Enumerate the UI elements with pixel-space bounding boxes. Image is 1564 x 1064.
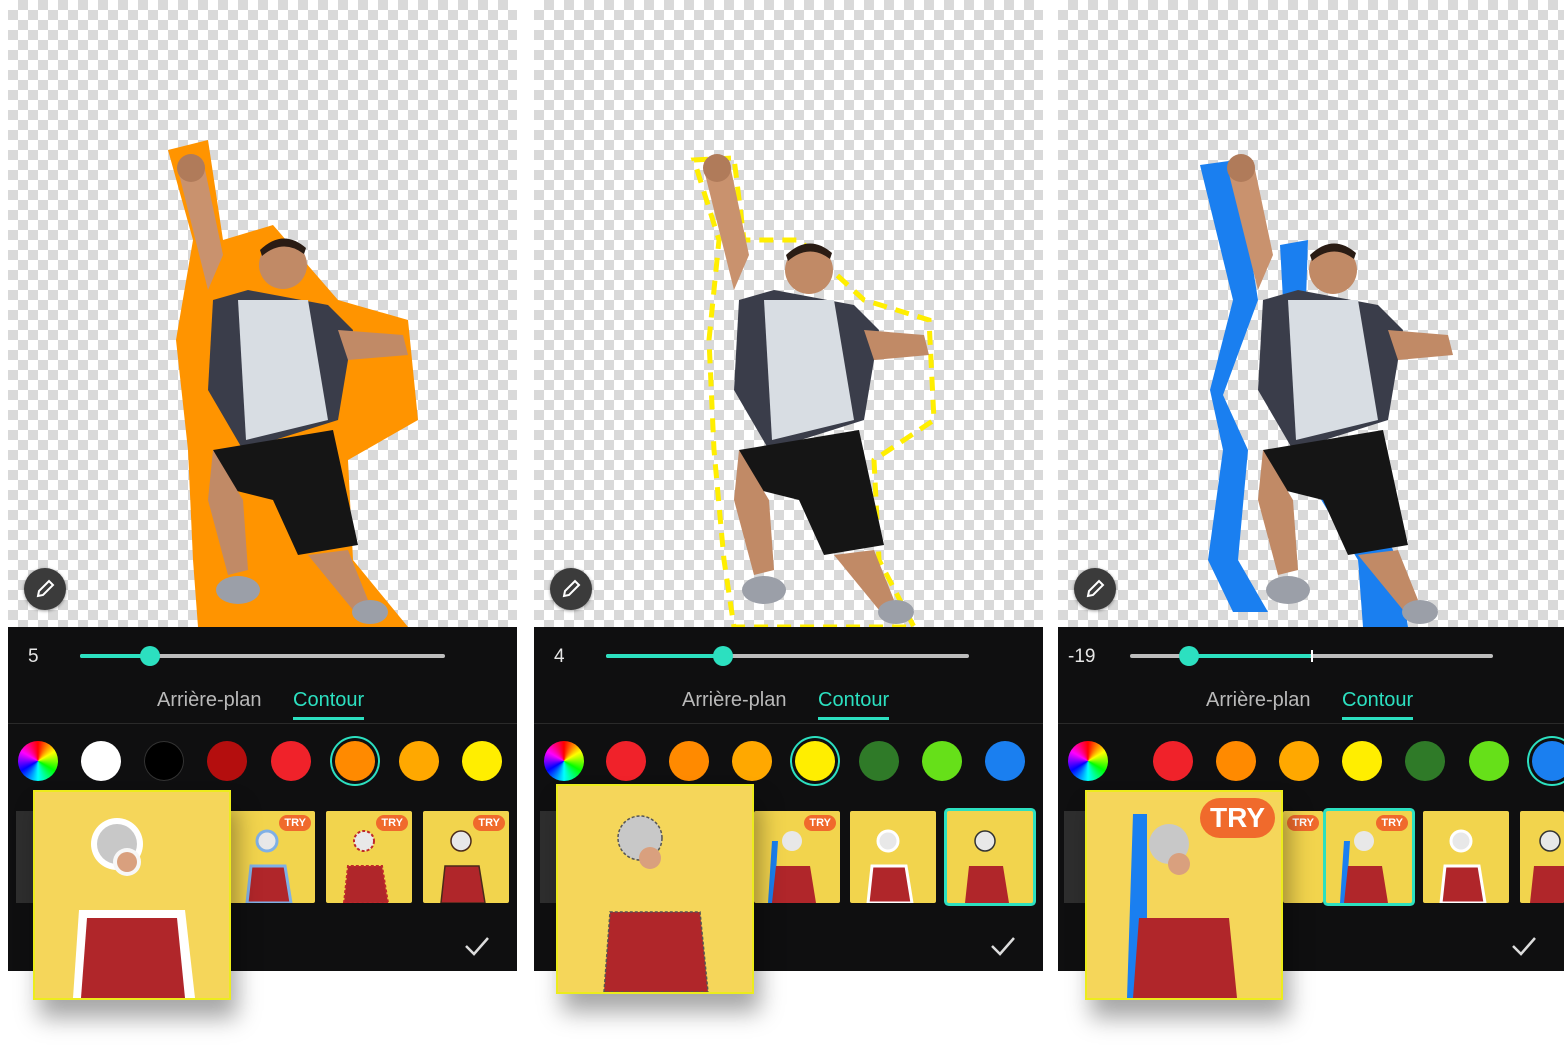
divider xyxy=(1058,723,1564,724)
mode-tabs: Arrière-plan Contour xyxy=(1058,689,1564,725)
swatch-orange[interactable] xyxy=(1216,741,1256,781)
tab-background[interactable]: Arrière-plan xyxy=(682,689,786,712)
tab-outline[interactable]: Contour xyxy=(818,689,890,720)
color-wheel-icon[interactable] xyxy=(544,741,584,781)
color-swatches xyxy=(534,741,1043,785)
color-wheel-icon[interactable] xyxy=(18,741,58,781)
slider-value: 5 xyxy=(28,646,39,667)
tab-background[interactable]: Arrière-plan xyxy=(1206,689,1310,712)
slider-thumb[interactable] xyxy=(713,646,733,666)
thumb-outline-offset[interactable]: TRY xyxy=(1326,811,1412,903)
canvas-transparent xyxy=(8,0,517,627)
tab-outline[interactable]: Contour xyxy=(1342,689,1414,720)
check-icon[interactable] xyxy=(463,932,491,960)
outline-width-slider[interactable] xyxy=(1130,646,1493,666)
tab-background[interactable]: Arrière-plan xyxy=(157,689,261,712)
edit-pencil-button[interactable] xyxy=(1074,568,1116,610)
thumb-outline-dark[interactable] xyxy=(1520,811,1564,903)
try-badge: TRY xyxy=(1376,815,1408,831)
try-badge: TRY xyxy=(804,815,836,831)
try-badge: TRY xyxy=(376,815,408,831)
divider xyxy=(534,723,1043,724)
pencil-icon xyxy=(36,579,55,598)
swatch-dark-green[interactable] xyxy=(1405,741,1445,781)
swatch-orange[interactable] xyxy=(669,741,709,781)
canvas-transparent xyxy=(1058,0,1564,627)
slider-value: -19 xyxy=(1068,646,1096,667)
cutout-subject xyxy=(1200,154,1453,627)
edit-pencil-button[interactable] xyxy=(550,568,592,610)
swatch-red[interactable] xyxy=(271,741,311,781)
style-preview xyxy=(556,784,754,994)
swatch-red[interactable] xyxy=(1153,741,1193,781)
thumb-outline-white[interactable] xyxy=(1423,811,1509,903)
swatch-dark-red[interactable] xyxy=(207,741,247,781)
swatch-orange[interactable] xyxy=(335,741,375,781)
check-icon[interactable] xyxy=(989,932,1017,960)
swatch-lime[interactable] xyxy=(1469,741,1509,781)
cutout-subject xyxy=(168,140,418,627)
style-preview: TRY xyxy=(1085,790,1283,1000)
cutout-subject xyxy=(690,154,937,627)
mode-tabs: Arrière-plan Contour xyxy=(534,689,1043,725)
thumb-outline-white[interactable] xyxy=(850,811,936,903)
thumb-outline-offset[interactable]: TRY xyxy=(754,811,840,903)
pencil-icon xyxy=(562,579,581,598)
slider-center-mark xyxy=(1311,650,1313,662)
tab-outline[interactable]: Contour xyxy=(293,689,365,720)
pencil-icon xyxy=(1086,579,1105,598)
color-swatches xyxy=(1058,741,1564,785)
swatch-black[interactable] xyxy=(144,741,184,781)
outline-width-slider[interactable] xyxy=(80,646,445,666)
outline-width-slider[interactable] xyxy=(606,646,969,666)
try-badge: TRY xyxy=(1287,815,1319,831)
style-preview xyxy=(33,790,231,1000)
swatch-yellow[interactable] xyxy=(795,741,835,781)
editor-panel-2: 4 Arrière-plan Contour TRY xyxy=(534,0,1043,1064)
thumb-outline-dashed[interactable]: TRY xyxy=(326,811,412,903)
editor-panel-1: 5 Arrière-plan Contour TRY TRY TRY xyxy=(8,0,517,1064)
swatch-yellow[interactable] xyxy=(1342,741,1382,781)
swatch-blue[interactable] xyxy=(985,741,1025,781)
swatch-dark-green[interactable] xyxy=(859,741,899,781)
thumb-outline-dark[interactable] xyxy=(947,811,1033,903)
try-badge: TRY xyxy=(1200,798,1275,838)
try-badge: TRY xyxy=(279,815,311,831)
edit-pencil-button[interactable] xyxy=(24,568,66,610)
slider-thumb[interactable] xyxy=(140,646,160,666)
swatch-amber[interactable] xyxy=(399,741,439,781)
swatch-yellow[interactable] xyxy=(462,741,502,781)
swatch-white[interactable] xyxy=(81,741,121,781)
swatch-lime[interactable] xyxy=(922,741,962,781)
try-badge: TRY xyxy=(473,815,505,831)
slider-thumb[interactable] xyxy=(1179,646,1199,666)
thumb-outline-blue[interactable]: TRY xyxy=(229,811,315,903)
canvas-transparent xyxy=(534,0,1043,627)
mode-tabs: Arrière-plan Contour xyxy=(8,689,517,725)
thumb-outline-dashed[interactable]: TRY xyxy=(1283,811,1323,903)
slider-value: 4 xyxy=(554,646,565,667)
color-wheel-icon[interactable] xyxy=(1068,741,1108,781)
thumb-outline-thin[interactable]: TRY xyxy=(423,811,509,903)
swatch-amber[interactable] xyxy=(1279,741,1319,781)
swatch-red[interactable] xyxy=(606,741,646,781)
swatch-blue[interactable] xyxy=(1532,741,1564,781)
check-icon[interactable] xyxy=(1510,932,1538,960)
editor-panel-3: -19 Arrière-plan Contour TRY TRY TRY xyxy=(1058,0,1564,1064)
color-swatches xyxy=(8,741,517,785)
swatch-amber[interactable] xyxy=(732,741,772,781)
divider xyxy=(8,723,517,724)
